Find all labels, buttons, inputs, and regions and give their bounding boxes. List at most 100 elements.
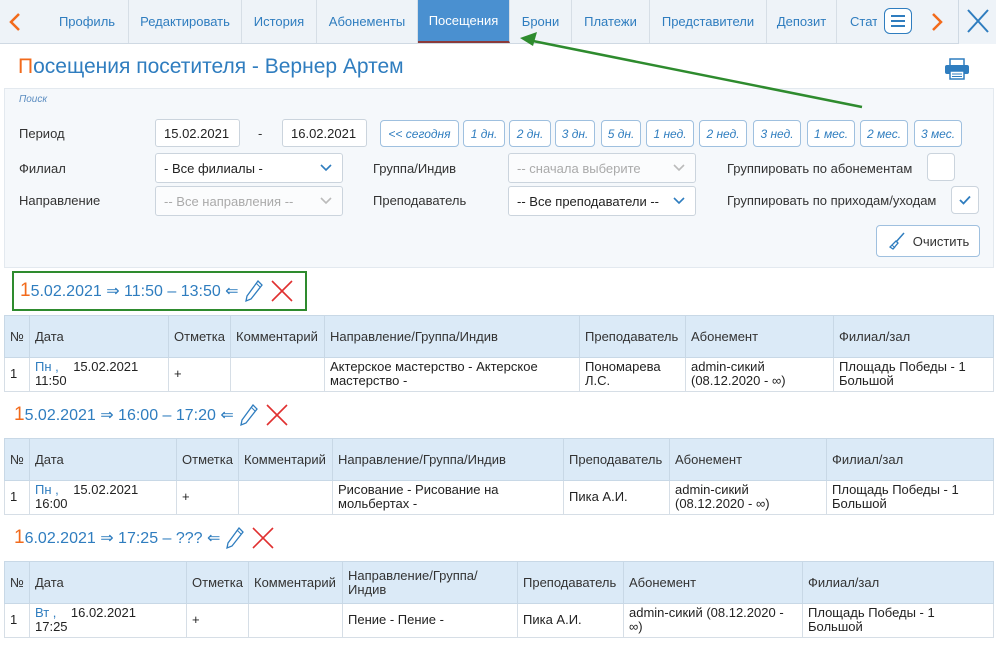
chevron-down-icon bbox=[320, 164, 332, 172]
range-3m-button[interactable]: 3 мес. bbox=[914, 120, 962, 147]
col-subscription: Абонемент bbox=[669, 438, 827, 481]
broom-icon bbox=[888, 232, 905, 250]
col-comment: Комментарий bbox=[238, 438, 333, 481]
col-mark: Отметка bbox=[176, 438, 239, 481]
tab-bookings[interactable]: Брони bbox=[510, 0, 572, 43]
teacher-select[interactable]: -- Все преподаватели -- bbox=[508, 186, 696, 216]
chevron-down-icon bbox=[320, 197, 332, 205]
row-mark: + bbox=[186, 603, 249, 638]
pencil-icon[interactable] bbox=[225, 526, 245, 550]
pencil-icon[interactable] bbox=[244, 279, 264, 303]
row-day-of-week[interactable]: Пн , bbox=[35, 359, 59, 374]
today-button[interactable]: << сегодня bbox=[380, 120, 459, 147]
visit-table: № Дата Отметка Комментарий Направление/Г… bbox=[4, 315, 994, 392]
range-2d-button[interactable]: 2 дн. bbox=[509, 120, 551, 147]
table-row: 1 Вт , 16.02.2021 17:25 + Пение - Пение -… bbox=[4, 603, 994, 638]
group-by-inout-checkbox[interactable] bbox=[951, 186, 979, 214]
tab-edit[interactable]: Редактировать bbox=[129, 0, 242, 43]
direction-select[interactable]: -- Все направления -- bbox=[155, 186, 343, 216]
branch-select[interactable]: - Все филиалы - bbox=[155, 153, 343, 183]
tab-deposit[interactable]: Депозит bbox=[767, 0, 837, 43]
tab-payments[interactable]: Платежи bbox=[572, 0, 650, 43]
top-tab-bar: Профиль Редактировать История Абонементы… bbox=[0, 0, 996, 44]
page-title: Посещения посетителя - Вернер Артем bbox=[18, 55, 404, 78]
visit-header: 1 5.02.2021 ⇒ 16:00 – 17:20 ⇐ bbox=[14, 395, 290, 435]
range-3w-button[interactable]: 3 нед. bbox=[753, 120, 801, 147]
delete-icon[interactable] bbox=[250, 526, 276, 550]
search-panel: Поиск Период 15.02.2021 - 16.02.2021 << … bbox=[4, 88, 994, 268]
range-5d-button[interactable]: 5 дн. bbox=[601, 120, 641, 147]
print-button[interactable] bbox=[944, 58, 970, 83]
clear-button-label: Очистить bbox=[912, 233, 970, 249]
col-branch: Филиал/зал bbox=[826, 438, 994, 481]
tab-visits[interactable]: Посещения bbox=[418, 0, 510, 43]
branch-label: Филиал bbox=[19, 161, 66, 176]
visit-time-range: 6.02.2021 ⇒ 17:25 – ??? ⇐ bbox=[24, 530, 221, 547]
visit-time-range: 5.02.2021 ⇒ 11:50 – 13:50 ⇐ bbox=[30, 283, 239, 300]
table-row: 1 Пн , 15.02.2021 16:00 + Рисование - Рис… bbox=[4, 480, 994, 515]
range-2m-button[interactable]: 2 мес. bbox=[860, 120, 908, 147]
date-from-input[interactable]: 15.02.2021 bbox=[155, 119, 240, 147]
period-label: Период bbox=[19, 126, 65, 141]
tab-history[interactable]: История bbox=[242, 0, 317, 43]
group-by-subscription-checkbox[interactable] bbox=[927, 153, 955, 181]
col-mark: Отметка bbox=[186, 561, 249, 604]
delete-icon[interactable] bbox=[264, 403, 290, 427]
group-select-value: -- сначала выберите bbox=[517, 160, 641, 176]
row-subscription: admin-сикий (08.12.2020 - ∞) bbox=[623, 603, 803, 638]
col-comment: Комментарий bbox=[248, 561, 343, 604]
tab-stats[interactable]: Стат bbox=[837, 0, 877, 43]
col-date: Дата bbox=[29, 561, 187, 604]
col-teacher: Преподаватель bbox=[517, 561, 624, 604]
tab-profile[interactable]: Профиль bbox=[46, 0, 129, 43]
col-direction: Направление/Группа/Индив bbox=[324, 315, 580, 358]
range-1w-button[interactable]: 1 нед. bbox=[646, 120, 694, 147]
row-time: 16:00 bbox=[35, 496, 68, 511]
range-3d-button[interactable]: 3 дн. bbox=[555, 120, 595, 147]
row-direction: Пение - Пение - bbox=[342, 603, 518, 638]
date-dash: - bbox=[258, 126, 263, 141]
chevron-right-icon bbox=[932, 13, 943, 31]
pencil-icon[interactable] bbox=[239, 403, 259, 427]
scroll-right-button[interactable] bbox=[922, 0, 952, 44]
col-num: № bbox=[4, 438, 30, 481]
direction-select-value: -- Все направления -- bbox=[164, 193, 294, 209]
col-date: Дата bbox=[29, 438, 177, 481]
range-1m-button[interactable]: 1 мес. bbox=[807, 120, 855, 147]
row-date: Пн , 15.02.2021 16:00 bbox=[29, 480, 177, 515]
row-day-of-week[interactable]: Пн , bbox=[35, 482, 59, 497]
row-comment bbox=[238, 480, 333, 515]
col-direction: Направление/Группа/Индив bbox=[332, 438, 564, 481]
direction-label: Направление bbox=[19, 193, 101, 208]
menu-button[interactable] bbox=[884, 8, 912, 34]
delete-icon[interactable] bbox=[269, 279, 295, 303]
row-mark: + bbox=[176, 480, 239, 515]
row-day-of-week[interactable]: Вт , bbox=[35, 605, 56, 620]
col-direction: Направление/Группа/ Индив bbox=[342, 561, 518, 604]
visit-date-first-digit: 1 bbox=[20, 280, 31, 301]
visit-header: 1 6.02.2021 ⇒ 17:25 – ??? ⇐ bbox=[14, 518, 276, 558]
scroll-left-button[interactable] bbox=[0, 0, 30, 44]
date-to-input[interactable]: 16.02.2021 bbox=[282, 119, 367, 147]
col-subscription: Абонемент bbox=[685, 315, 834, 358]
group-select[interactable]: -- сначала выберите bbox=[508, 153, 696, 183]
row-num: 1 bbox=[4, 357, 30, 392]
col-num: № bbox=[4, 315, 30, 358]
visit-date-first-digit: 1 bbox=[14, 527, 25, 548]
tab-representatives[interactable]: Представители bbox=[650, 0, 767, 43]
range-2w-button[interactable]: 2 нед. bbox=[699, 120, 747, 147]
printer-icon bbox=[945, 58, 969, 80]
range-1d-button[interactable]: 1 дн. bbox=[463, 120, 505, 147]
clear-button[interactable]: Очистить bbox=[876, 225, 980, 257]
row-subscription: admin-сикий (08.12.2020 - ∞) bbox=[669, 480, 827, 515]
col-num: № bbox=[4, 561, 30, 604]
row-time: 17:25 bbox=[35, 619, 68, 634]
close-button[interactable] bbox=[958, 0, 996, 44]
group-by-inout-label: Группировать по приходам/уходам bbox=[727, 193, 937, 208]
row-time: 11:50 bbox=[35, 373, 67, 388]
teacher-label: Преподаватель bbox=[373, 193, 467, 208]
tab-subscriptions[interactable]: Абонементы bbox=[317, 0, 418, 43]
row-direction: Рисование - Рисование на мольбертах - bbox=[332, 480, 564, 515]
row-num: 1 bbox=[4, 603, 30, 638]
group-label: Группа/Индив bbox=[373, 161, 457, 176]
